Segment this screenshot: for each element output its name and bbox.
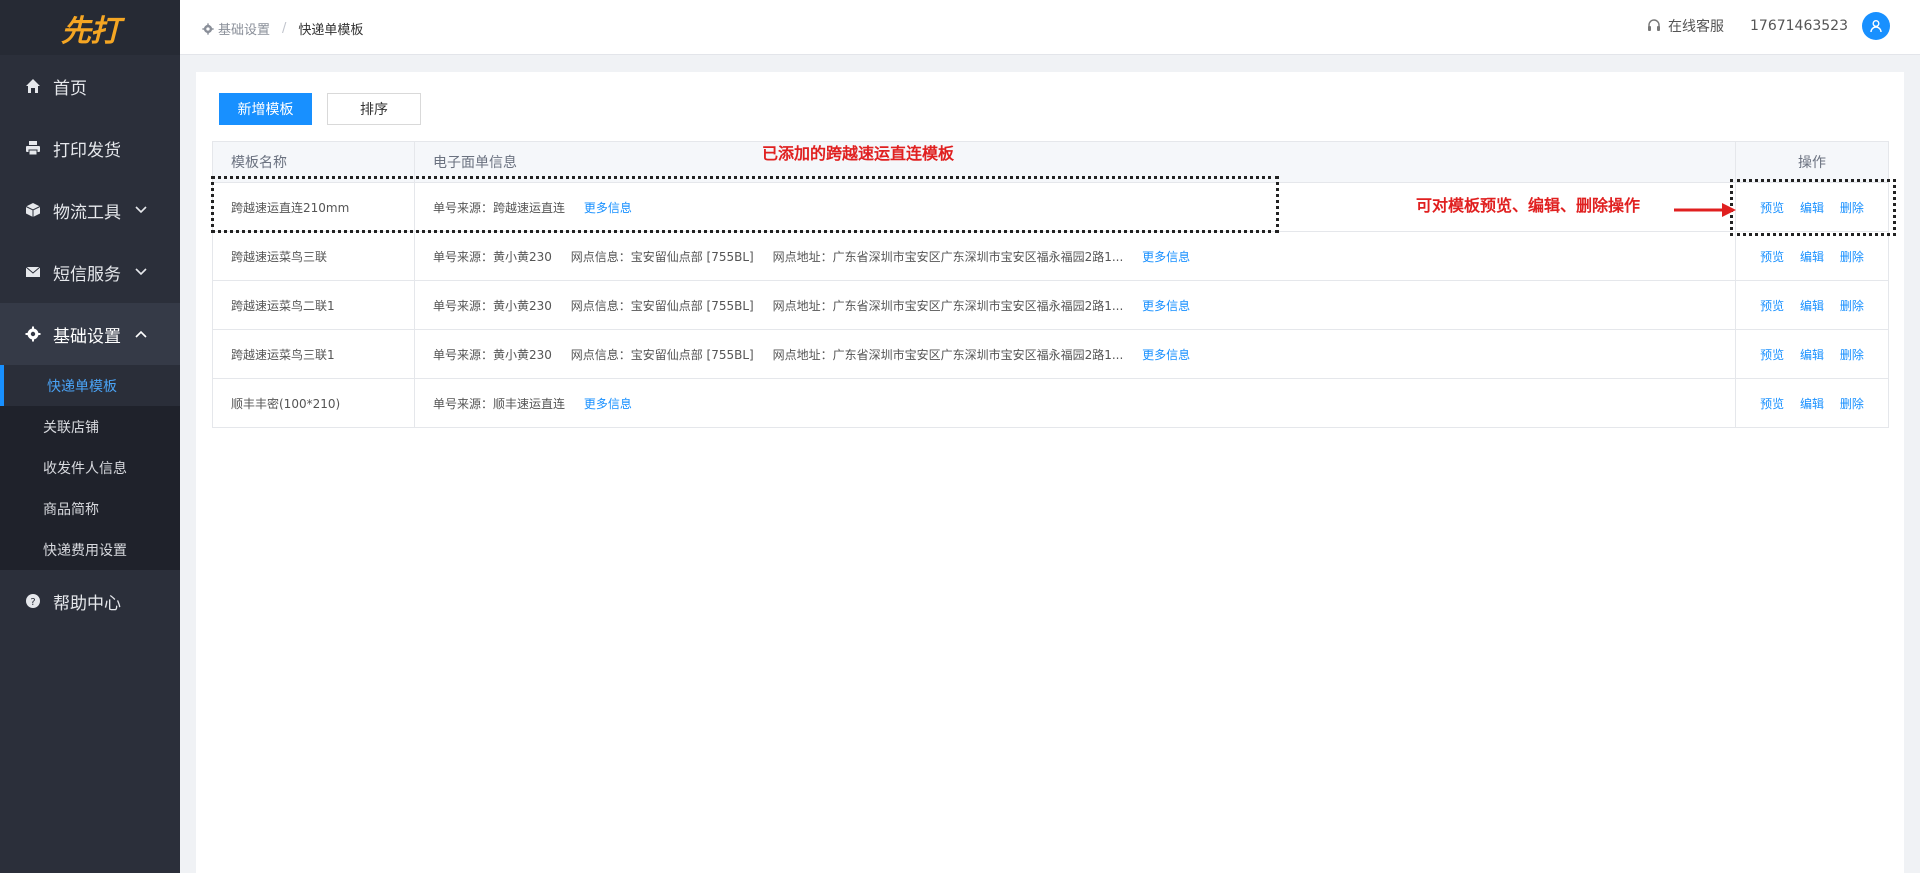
logo[interactable]: 先打 [0,0,180,55]
source-text: 单号来源：黄小黄230 [433,347,552,362]
sidebar: 先打 首页 打印发货 物流工具 短信服务 基础设置 快递单模板 关联店铺 收发件… [0,0,180,873]
add-template-button[interactable]: 新增模板 [219,93,312,125]
outlet-text: 网点信息：宝安留仙点部 [755BL] [570,298,754,313]
sidebar-item-label: 首页 [53,78,87,99]
template-info: 单号来源：顺丰速运直连 更多信息 [414,378,1736,428]
highlight-row-box [211,176,1279,233]
sidebar-subitem-templates[interactable]: 快递单模板 [0,365,180,406]
template-info: 单号来源：黄小黄230 网点信息：宝安留仙点部 [755BL] 网点地址：广东省… [414,329,1736,379]
home-icon [25,78,41,94]
source-text: 单号来源：黄小黄230 [433,249,552,264]
sidebar-subitem-contacts[interactable]: 收发件人信息 [0,447,180,488]
row-actions: 预览 编辑 删除 [1735,329,1889,379]
gear-icon [25,326,41,342]
sidebar-item-label: 帮助中心 [53,593,121,614]
delete-link[interactable]: 删除 [1840,348,1864,362]
preview-link[interactable]: 预览 [1760,348,1784,362]
source-text: 单号来源：黄小黄230 [433,298,552,313]
avatar[interactable] [1862,12,1890,40]
user-phone[interactable]: 17671463523 [1750,18,1848,34]
table-row: 顺丰丰密(100*210) 单号来源：顺丰速运直连 更多信息 预览 编辑 删除 [212,378,1889,428]
logo-text: 先打 [61,13,120,49]
breadcrumb: 基础设置 / 快递单模板 [202,19,363,38]
breadcrumb-parent[interactable]: 基础设置 [218,19,270,38]
template-name: 跨越速运菜鸟二联1 [212,280,415,330]
edit-link[interactable]: 编辑 [1800,348,1824,362]
annotation-arrow-icon [1674,203,1736,217]
sidebar-item-settings[interactable]: 基础设置 [0,303,180,365]
settings-submenu: 快递单模板 关联店铺 收发件人信息 商品简称 快递费用设置 [0,365,180,570]
chevron-down-icon [135,206,147,214]
template-info: 单号来源：黄小黄230 网点信息：宝安留仙点部 [755BL] 网点地址：广东省… [414,280,1736,330]
help-icon: ? [25,593,41,609]
gear-icon [202,22,214,35]
highlight-ops-box [1730,179,1896,236]
preview-link[interactable]: 预览 [1760,397,1784,411]
template-name: 跨越速运菜鸟三联1 [212,329,415,379]
source-text: 单号来源：顺丰速运直连 [433,396,566,411]
edit-link[interactable]: 编辑 [1800,250,1824,264]
sidebar-subitem-product-alias[interactable]: 商品简称 [0,488,180,529]
address-text: 网点地址：广东省深圳市宝安区广东深圳市宝安区福永福园2路1... [772,298,1124,313]
sidebar-item-print[interactable]: 打印发货 [0,117,180,179]
more-info-link[interactable]: 更多信息 [1142,299,1190,313]
top-header: 基础设置 / 快递单模板 在线客服 17671463523 [180,0,1920,55]
headset-icon [1646,18,1662,34]
chevron-down-icon [135,268,147,276]
box-icon [25,202,41,218]
row-actions: 预览 编辑 删除 [1735,280,1889,330]
more-info-link[interactable]: 更多信息 [584,397,632,411]
table-row: 跨越速运菜鸟二联1 单号来源：黄小黄230 网点信息：宝安留仙点部 [755BL… [212,280,1889,330]
sidebar-item-label: 打印发货 [53,140,121,161]
edit-link[interactable]: 编辑 [1800,397,1824,411]
sidebar-subitem-shops[interactable]: 关联店铺 [0,406,180,447]
header-right: 在线客服 17671463523 [1646,12,1890,40]
column-header-ops: 操作 [1735,141,1889,183]
sidebar-item-sms[interactable]: 短信服务 [0,241,180,303]
sidebar-item-logistics[interactable]: 物流工具 [0,179,180,241]
printer-icon [25,140,41,156]
table-row: 跨越速运菜鸟三联1 单号来源：黄小黄230 网点信息：宝安留仙点部 [755BL… [212,329,1889,379]
chevron-up-icon [135,330,147,338]
row-actions: 预览 编辑 删除 [1735,378,1889,428]
sort-button[interactable]: 排序 [327,93,421,125]
more-info-link[interactable]: 更多信息 [1142,250,1190,264]
address-text: 网点地址：广东省深圳市宝安区广东深圳市宝安区福永福园2路1... [772,347,1124,362]
online-service-link[interactable]: 在线客服 [1668,16,1724,36]
template-info: 单号来源：黄小黄230 网点信息：宝安留仙点部 [755BL] 网点地址：广东省… [414,231,1736,281]
more-info-link[interactable]: 更多信息 [1142,348,1190,362]
template-name: 跨越速运菜鸟三联 [212,231,415,281]
template-name: 顺丰丰密(100*210) [212,378,415,428]
sidebar-item-label: 基础设置 [53,326,121,347]
mail-icon [25,264,41,280]
sidebar-item-label: 短信服务 [53,264,121,285]
row-actions: 预览 编辑 删除 [1735,231,1889,281]
preview-link[interactable]: 预览 [1760,250,1784,264]
breadcrumb-current: 快递单模板 [298,23,364,38]
delete-link[interactable]: 删除 [1840,250,1864,264]
outlet-text: 网点信息：宝安留仙点部 [755BL] [570,347,754,362]
breadcrumb-separator: / [282,21,287,36]
table-row: 跨越速运菜鸟三联 单号来源：黄小黄230 网点信息：宝安留仙点部 [755BL]… [212,231,1889,281]
annotation-ops-hint: 可对模板预览、编辑、删除操作 [1416,196,1641,215]
svg-text:?: ? [30,597,35,608]
preview-link[interactable]: 预览 [1760,299,1784,313]
edit-link[interactable]: 编辑 [1800,299,1824,313]
sidebar-item-label: 物流工具 [53,202,121,223]
address-text: 网点地址：广东省深圳市宝安区广东深圳市宝安区福永福园2路1... [772,249,1124,264]
delete-link[interactable]: 删除 [1840,397,1864,411]
annotation-added-template: 已添加的跨越速运直连模板 [762,144,955,163]
delete-link[interactable]: 删除 [1840,299,1864,313]
sidebar-subitem-shipping-fees[interactable]: 快递费用设置 [0,529,180,570]
sidebar-item-help[interactable]: ? 帮助中心 [0,570,180,632]
outlet-text: 网点信息：宝安留仙点部 [755BL] [570,249,754,264]
sidebar-item-home[interactable]: 首页 [0,55,180,117]
